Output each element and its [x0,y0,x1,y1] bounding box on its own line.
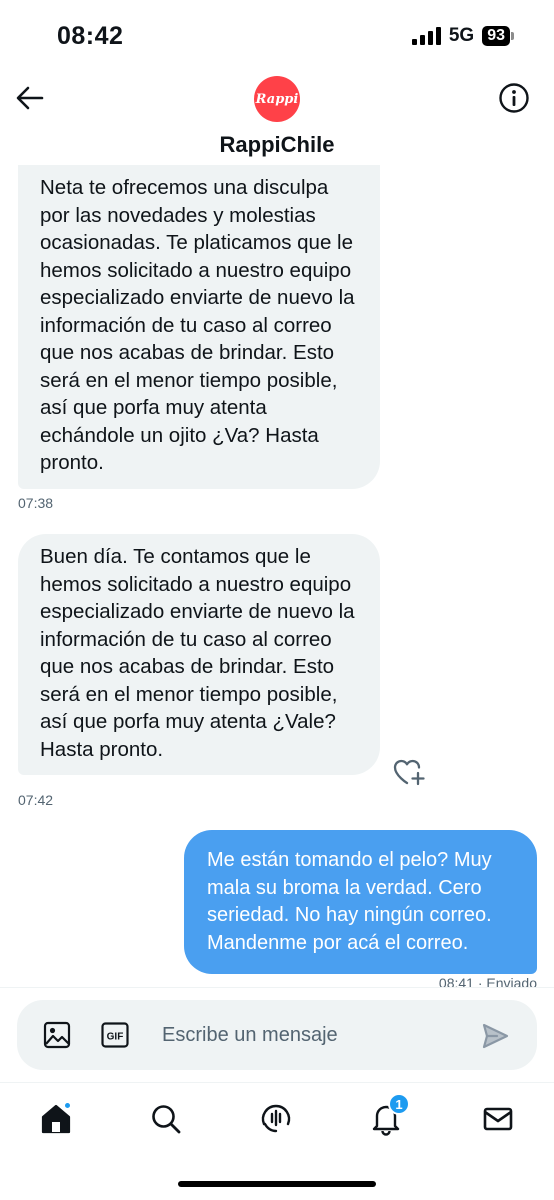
tab-spaces[interactable] [254,1097,298,1141]
contact-name[interactable]: RappiChile [0,132,554,158]
network-type: 5G [448,25,475,46]
message-list[interactable]: Neta te ofrecemos una disculpa por las n… [0,165,554,987]
send-button[interactable] [481,1022,509,1050]
microphone-icon [261,1104,291,1133]
arrow-left-icon [16,86,44,110]
media-button[interactable] [42,1020,72,1050]
status-bar: 08:42 5G 93 [0,0,554,70]
react-button[interactable] [392,757,426,787]
conversation-header: Rappi RappiChile [0,70,554,165]
envelope-icon [483,1107,513,1131]
home-indicator [178,1181,376,1187]
send-icon [482,1023,509,1049]
info-icon [499,83,529,113]
gif-icon: GIF [101,1022,129,1048]
message-timestamp: 07:42 [18,792,54,808]
message-timestamp: 08:41 · Enviado [438,975,537,987]
status-indicators: 5G 93 [411,25,514,47]
tab-messages[interactable] [476,1097,520,1141]
gif-button[interactable]: GIF [100,1020,130,1050]
avatar-logo-text: Rappi [255,91,299,107]
message-timestamp: 07:38 [18,495,54,511]
signal-icon [411,27,441,45]
battery-level: 93 [482,26,510,46]
tab-notifications[interactable]: 1 [364,1093,410,1141]
notification-badge: 1 [388,1093,410,1115]
message-input[interactable] [162,1017,462,1053]
gif-label: GIF [107,1032,124,1043]
composer-bar: GIF [0,987,554,1082]
avatar[interactable]: Rappi [254,76,300,122]
composer: GIF [17,1000,537,1070]
heart-plus-icon [393,759,425,786]
back-button[interactable] [12,80,48,116]
message-bubble-incoming[interactable]: Neta te ofrecemos una disculpa por las n… [18,165,380,489]
status-time: 08:42 [57,22,124,50]
unread-dot [63,1101,72,1110]
info-button[interactable] [498,82,530,114]
battery-icon: 93 [482,26,514,46]
message-bubble-outgoing[interactable]: Me están tomando el pelo? Muy mala su br… [184,830,537,974]
image-icon [43,1021,71,1049]
tab-home[interactable] [34,1097,78,1141]
message-bubble-incoming[interactable]: Buen día. Te contamos que le hemos solic… [18,534,380,775]
search-icon [152,1105,181,1134]
tab-bar: 1 [0,1082,554,1200]
tab-search[interactable] [144,1097,188,1141]
